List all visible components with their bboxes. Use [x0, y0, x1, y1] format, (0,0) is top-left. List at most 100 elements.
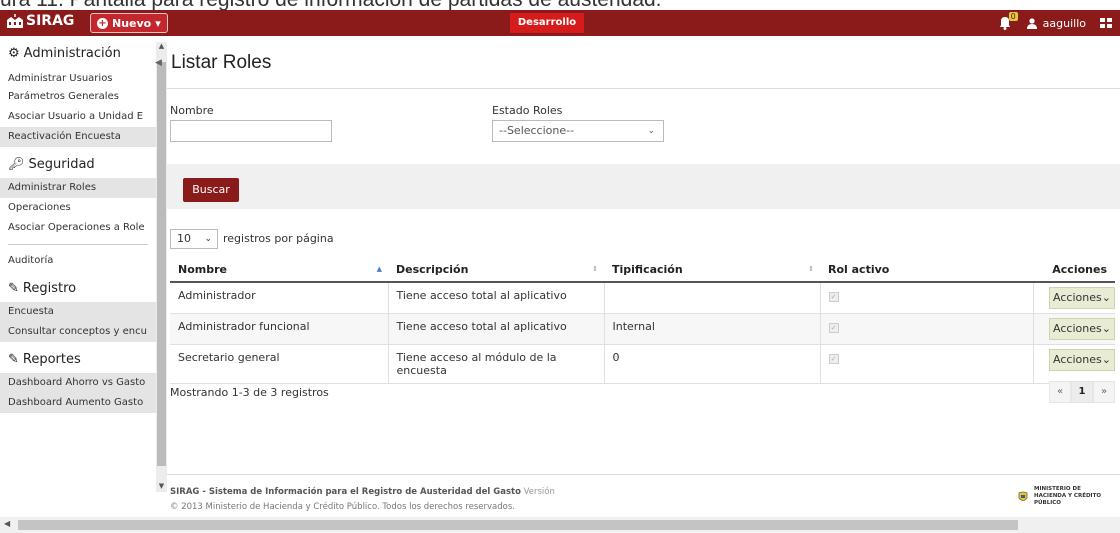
sidebar-section-label: Seguridad — [28, 157, 95, 172]
name-filter-input[interactable] — [170, 120, 332, 142]
sidebar-item-asociar-usuario-unidad[interactable]: Asociar Usuario a Unidad E — [0, 107, 156, 127]
user-icon — [1026, 17, 1037, 29]
app-name: SIRAG — [26, 13, 75, 29]
sort-icon: ⇕ — [808, 265, 814, 273]
sidebar-section-label: Reportes — [22, 352, 81, 367]
sidebar-section-seguridad[interactable]: 🔑︎ Seguridad — [0, 147, 156, 178]
gears-icon: ⚙ — [8, 46, 20, 61]
page-title: Listar Roles — [171, 52, 272, 73]
sidebar-item-dashboard-ahorro[interactable]: Dashboard Ahorro vs Gasto — [0, 373, 156, 393]
sidebar-scrollbar[interactable]: ▲ ▼ — [156, 42, 167, 492]
sidebar-item-reactivacion-encuesta[interactable]: Reactivación Encuesta — [0, 127, 156, 147]
per-page-label: registros por página — [223, 232, 334, 245]
pagination-prev-button[interactable]: « — [1049, 381, 1071, 403]
title-divider — [167, 88, 1120, 89]
sidebar-item-asociar-operaciones[interactable]: Asociar Operaciones a Role — [0, 218, 156, 238]
username: aaguillo — [1042, 16, 1086, 30]
new-button-label: Nuevo — [112, 16, 152, 30]
roles-table: Nombre ▲ Descripción ⇕ Tipificación ⇕ Rol a… — [170, 258, 1115, 384]
cell-acciones: Acciones⌄ — [1033, 313, 1115, 345]
state-filter-select[interactable]: --Seleccione-- ⌄ — [492, 120, 664, 142]
acciones-label: Acciones — [1053, 291, 1102, 304]
column-header-rol-activo[interactable]: Rol activo — [820, 258, 1033, 283]
pagination: « 1 » — [1049, 381, 1115, 403]
horizontal-scroll-thumb[interactable] — [18, 520, 1018, 530]
scroll-up-arrow-icon[interactable]: ▲ — [157, 42, 166, 52]
main-content: ◀ Listar Roles Nombre Estado Roles --Sel… — [155, 36, 1120, 517]
cell-tipificacion: Internal — [604, 313, 821, 345]
column-header-tipificacion[interactable]: Tipificación ⇕ — [604, 258, 820, 283]
sidebar-item-operaciones[interactable]: Operaciones — [0, 198, 156, 218]
acciones-label: Acciones — [1053, 352, 1102, 366]
footer-system-line: SIRAG - Sistema de Información para el R… — [170, 487, 555, 497]
grid-menu-icon[interactable] — [1100, 18, 1112, 28]
pagination-page-1[interactable]: 1 — [1071, 381, 1093, 403]
sidebar-section-reportes[interactable]: ✎ Reportes — [0, 342, 156, 373]
footer-copyright: © 2013 Ministerio de Hacienda y Crédito … — [170, 502, 515, 512]
sidebar-item-encuesta[interactable]: Encuesta — [0, 302, 156, 322]
footer-divider — [167, 474, 1120, 475]
name-filter-label: Nombre — [170, 104, 214, 117]
cell-acciones: Acciones⌄ — [1033, 344, 1115, 384]
pagination-next-button[interactable]: » — [1093, 381, 1115, 403]
footer-version: Versión — [523, 487, 555, 497]
active-checkbox: ✓ — [828, 292, 839, 302]
page-size-select[interactable]: 10 ⌄ — [170, 229, 218, 249]
caption-text: ura 11. Pantalla para registro de inform… — [0, 0, 662, 10]
new-button[interactable]: + Nuevo ▾ — [90, 13, 168, 33]
sidebar-item-administrar-usuarios[interactable]: Administrar Usuarios — [0, 67, 156, 87]
plus-icon: + — [97, 17, 108, 29]
sidebar-item-consultar-conceptos[interactable]: Consultar conceptos y encu — [0, 322, 156, 342]
column-header-descripcion[interactable]: Descripción ⇕ — [388, 258, 604, 283]
chevron-down-icon: ⌄ — [204, 234, 212, 244]
edit-icon: ✎ — [8, 352, 19, 367]
cell-descripcion: Tiene acceso al módulo de la encuesta — [388, 344, 605, 384]
table-row: Administrador Tiene acceso total al apli… — [170, 282, 1115, 314]
sidebar-item-administrar-roles[interactable]: Administrar Roles — [0, 178, 156, 198]
app-logo[interactable]: SIRAG — [6, 13, 74, 29]
notifications-button[interactable]: 0 — [997, 12, 1018, 31]
sidebar-section-administracion[interactable]: ⚙ Administración — [0, 36, 156, 67]
acciones-button[interactable]: Acciones⌄ — [1049, 287, 1115, 309]
sidebar-item-auditoria[interactable]: Auditoría — [0, 251, 156, 271]
footer-system-name: SIRAG - Sistema de Información para el R… — [170, 487, 521, 497]
filter-action-bar — [167, 164, 1120, 209]
acciones-button[interactable]: Acciones⌄ — [1049, 317, 1115, 340]
sidebar-section-label: Administración — [23, 46, 121, 61]
sidebar-section-registro[interactable]: ✎ Registro — [0, 271, 156, 302]
cell-tipificacion — [604, 282, 821, 314]
scroll-left-arrow-icon[interactable]: ◀ — [4, 519, 10, 528]
collapse-sidebar-icon[interactable]: ◀ — [155, 58, 162, 68]
building-icon — [7, 14, 23, 28]
search-button[interactable]: Buscar — [183, 178, 239, 202]
document-caption: ura 11. Pantalla para registro de inform… — [0, 0, 1120, 10]
ministry-name: MINISTERIO DE HACIENDA Y CRÉDITO PÚBLICO — [1034, 486, 1102, 506]
ministry-logo: MINISTERIO DE HACIENDA Y CRÉDITO PÚBLICO — [1016, 486, 1112, 507]
records-summary: Mostrando 1-3 de 3 registros — [170, 386, 329, 399]
horizontal-scrollbar[interactable]: ◀ — [0, 517, 1120, 533]
scroll-down-arrow-icon[interactable]: ▼ — [157, 482, 166, 492]
cell-rol-activo: ✓ — [820, 282, 1034, 314]
sidebar-scroll-thumb[interactable] — [157, 62, 166, 466]
sidebar-divider — [8, 244, 148, 245]
sidebar-item-parametros-generales[interactable]: Parámetros Generales — [0, 87, 156, 107]
column-header-label: Acciones — [1052, 263, 1107, 276]
caret-down-icon: ▾ — [155, 16, 161, 30]
sidebar-section-label: Registro — [22, 281, 77, 296]
column-header-acciones: Acciones — [1033, 258, 1115, 283]
state-filter-value: --Seleccione-- — [499, 124, 575, 137]
table-header-row: Nombre ▲ Descripción ⇕ Tipificación ⇕ Rol a… — [170, 258, 1115, 283]
active-checkbox: ✓ — [828, 322, 839, 333]
cell-descripcion: Tiene acceso total al aplicativo — [388, 313, 605, 345]
sidebar-item-dashboard-aumento[interactable]: Dashboard Aumento Gasto — [0, 393, 156, 413]
user-menu[interactable]: aaguillo — [1026, 16, 1086, 30]
notification-count: 0 — [1008, 12, 1018, 21]
cell-tipificacion: 0 — [604, 344, 821, 384]
column-header-nombre[interactable]: Nombre ▲ — [170, 258, 388, 283]
cell-rol-activo: ✓ — [820, 313, 1034, 345]
acciones-button[interactable]: Acciones⌄ — [1049, 348, 1115, 371]
acciones-label: Acciones — [1053, 321, 1102, 335]
column-header-label: Nombre — [178, 263, 227, 276]
column-header-label: Descripción — [396, 263, 469, 276]
cell-nombre: Administrador funcional — [170, 313, 389, 345]
